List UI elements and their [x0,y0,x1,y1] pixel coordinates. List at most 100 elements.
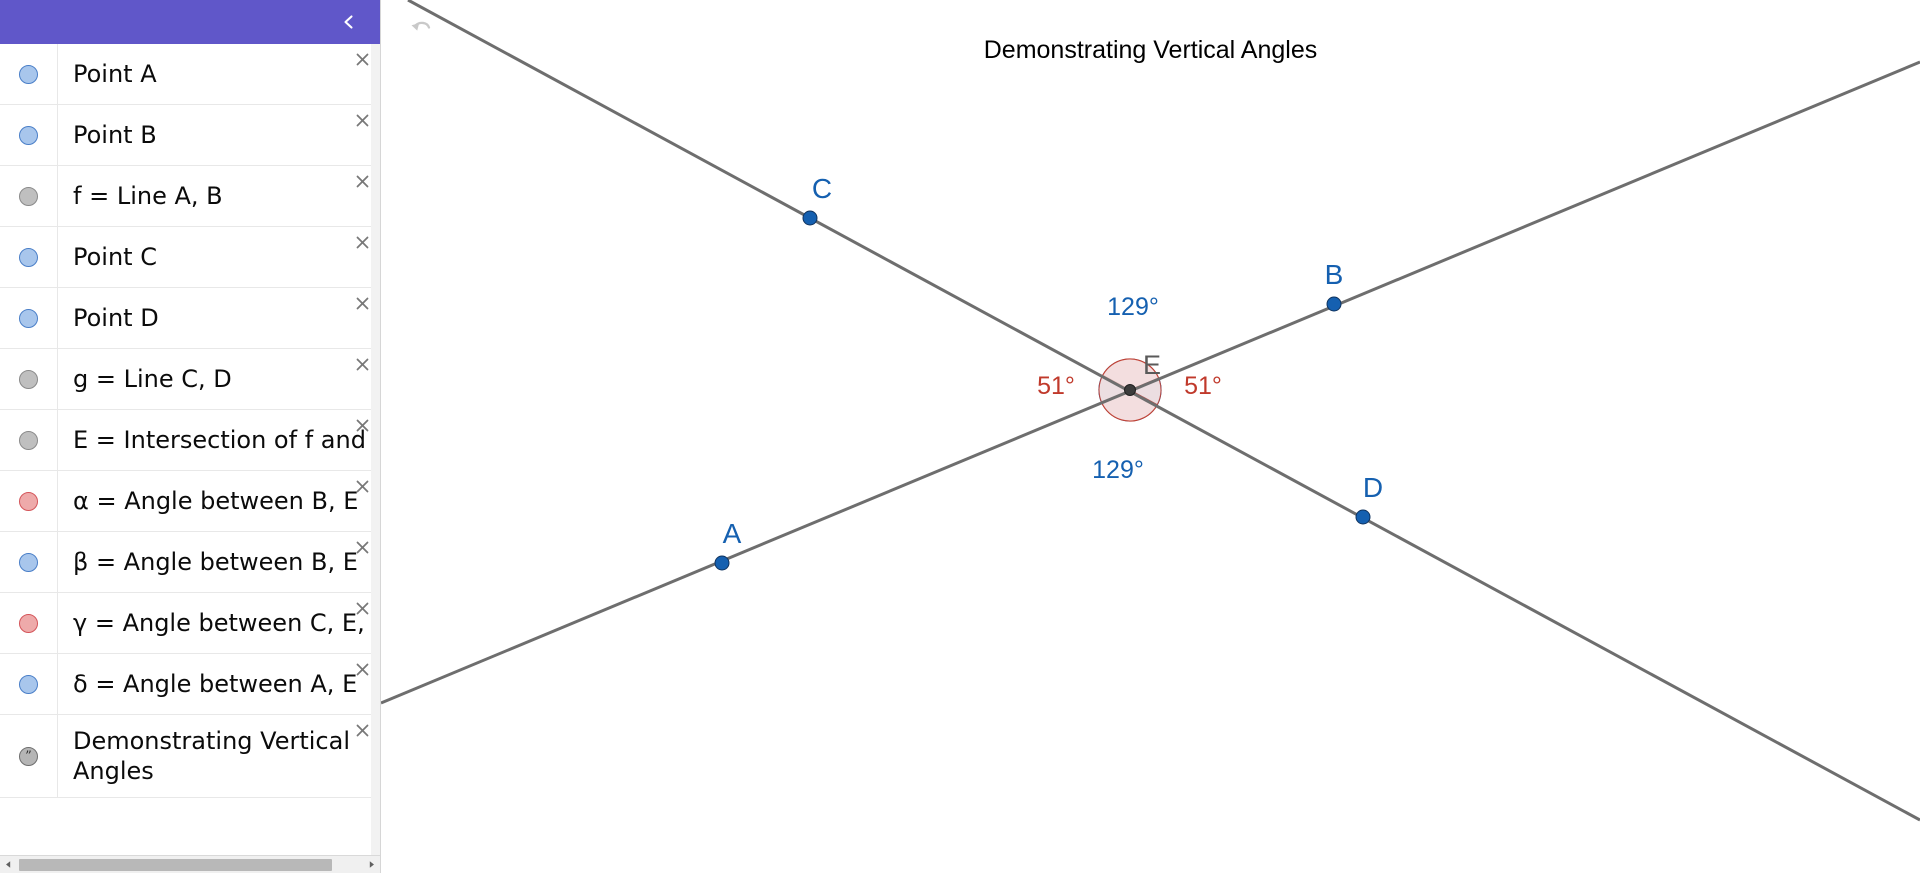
object-visibility-toggle[interactable] [0,166,58,226]
object-visibility-toggle[interactable] [0,349,58,409]
algebra-item-row[interactable]: Point D [0,288,380,349]
triangle-left-icon[interactable] [0,856,17,873]
close-icon[interactable] [351,170,373,192]
marble-red-icon[interactable] [19,613,38,633]
algebra-item-label: α = Angle between B, E [73,487,359,515]
algebra-item-content[interactable]: Demonstrating Vertical Angles [58,715,380,797]
algebra-item-content[interactable]: f = Line A, B [58,166,380,226]
object-visibility-toggle[interactable]: ” [0,715,58,797]
close-icon[interactable] [351,109,373,131]
marble-blue-icon[interactable] [19,308,38,328]
algebra-item-content[interactable]: δ = Angle between A, E [58,654,380,714]
point-E[interactable] [1124,384,1136,396]
point-label-B: B [1325,259,1344,290]
close-icon[interactable] [351,536,373,558]
algebra-item-row[interactable]: α = Angle between B, E [0,471,380,532]
object-visibility-toggle[interactable] [0,654,58,714]
algebra-object-list[interactable]: Point A Point B f = Line A, B Point C Point … [0,44,380,855]
algebra-item-row[interactable]: f = Line A, B [0,166,380,227]
algebra-item-row[interactable]: Point C [0,227,380,288]
point-D[interactable] [1355,509,1371,525]
object-visibility-toggle[interactable] [0,593,58,653]
algebra-item-content[interactable]: β = Angle between B, E [58,532,380,592]
close-icon[interactable] [351,719,373,741]
object-visibility-toggle[interactable] [0,105,58,165]
object-visibility-toggle[interactable] [0,532,58,592]
undo-icon[interactable] [403,10,439,46]
algebra-item-label: δ = Angle between A, E [73,670,358,698]
algebra-item-label: E = Intersection of f and [73,426,366,454]
object-visibility-toggle[interactable] [0,288,58,348]
algebra-item-content[interactable]: γ = Angle between C, E, [58,593,380,653]
point-B[interactable] [1326,296,1342,312]
algebra-item-content[interactable]: E = Intersection of f and [58,410,380,470]
point-label-C: C [812,173,832,204]
close-icon[interactable] [351,475,373,497]
algebra-item-row[interactable]: Point B [0,105,380,166]
sidebar-vertical-scrollbar[interactable] [371,44,380,855]
sidebar-horizontal-scrollbar[interactable] [0,855,380,873]
angle-label-alpha: 51° [1184,372,1222,400]
algebra-item-label: β = Angle between B, E [73,548,358,576]
marble-blue-icon[interactable] [19,125,38,145]
point-C[interactable] [802,210,818,226]
algebra-item-row[interactable]: δ = Angle between A, E [0,654,380,715]
marble-blue-icon[interactable] [19,247,38,267]
point-label-E: E [1143,350,1161,380]
algebra-item-row[interactable]: ” Demonstrating Vertical Angles [0,715,380,798]
line-g[interactable] [407,0,1920,822]
algebra-view-header [0,0,380,44]
geogebra-app: Point A Point B f = Line A, B Point C Point … [0,0,1920,873]
object-visibility-toggle[interactable] [0,410,58,470]
marble-gray-icon[interactable] [19,430,38,450]
chevron-left-icon[interactable] [336,9,362,35]
algebra-item-content[interactable]: g = Line C, D [58,349,380,409]
algebra-item-content[interactable]: Point A [58,44,380,104]
angle-label-delta: 129° [1092,456,1144,484]
close-icon[interactable] [351,414,373,436]
marble-red-icon[interactable] [19,491,38,511]
close-icon[interactable] [351,658,373,680]
close-icon[interactable] [351,353,373,375]
graphics-view[interactable]: A B C D E 129° 129° 51° 51° Demonstrating Vertic… [381,0,1920,873]
close-icon[interactable] [351,48,373,70]
line-f[interactable] [381,60,1920,705]
close-icon[interactable] [351,231,373,253]
algebra-item-content[interactable]: Point C [58,227,380,287]
algebra-view-sidebar: Point A Point B f = Line A, B Point C Point … [0,0,381,873]
marble-blue-icon[interactable] [19,552,38,572]
algebra-item-row[interactable]: β = Angle between B, E [0,532,380,593]
hscroll-thumb[interactable] [19,858,332,871]
marble-gray-icon[interactable] [19,369,38,389]
object-visibility-toggle[interactable] [0,227,58,287]
geometry-construction: A B C D E 129° 129° 51° 51° [381,0,1920,822]
algebra-item-label: γ = Angle between C, E, [73,609,365,637]
algebra-item-label: Point C [73,243,157,271]
triangle-right-icon[interactable] [363,856,380,873]
close-icon[interactable] [351,292,373,314]
algebra-item-row[interactable]: g = Line C, D [0,349,380,410]
algebra-item-label: Point D [73,304,159,332]
algebra-item-content[interactable]: Point B [58,105,380,165]
marble-gray-icon[interactable] [19,186,38,206]
algebra-item-label: f = Line A, B [73,182,223,210]
object-visibility-toggle[interactable] [0,44,58,104]
algebra-item-row[interactable]: γ = Angle between C, E, [0,593,380,654]
algebra-item-label: Point B [73,121,157,149]
point-label-A: A [723,518,742,549]
algebra-item-label: Demonstrating Vertical Angles [73,727,350,785]
object-visibility-toggle[interactable] [0,471,58,531]
algebra-item-content[interactable]: α = Angle between B, E [58,471,380,531]
algebra-item-content[interactable]: Point D [58,288,380,348]
algebra-item-label: Point A [73,60,157,88]
hscroll-track[interactable] [17,855,363,873]
algebra-item-row[interactable]: Point A [0,44,380,105]
algebra-item-label: g = Line C, D [73,365,232,393]
point-label-D: D [1363,472,1383,503]
point-A[interactable] [714,555,730,571]
marble-blue-icon[interactable] [19,674,38,694]
text-object-icon[interactable]: ” [19,746,38,766]
algebra-item-row[interactable]: E = Intersection of f and [0,410,380,471]
close-icon[interactable] [351,597,373,619]
marble-blue-icon[interactable] [19,64,38,84]
